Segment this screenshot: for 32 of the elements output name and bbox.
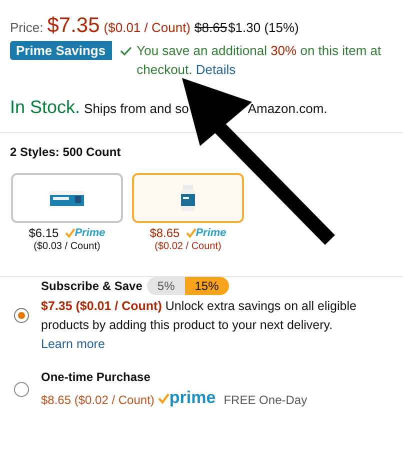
option-title: Subscribe & Save (41, 279, 142, 293)
option-title: One-time Purchase (41, 370, 150, 384)
delivery-text: FREE One-Day (224, 392, 308, 406)
shipping-text: Amazon.com. (248, 101, 328, 116)
style-price: $8.65 (150, 226, 180, 240)
check-icon (120, 46, 132, 56)
option-price: $8.65 ($0.02 / Count) (41, 392, 154, 406)
radio-button[interactable] (14, 382, 29, 396)
style-option[interactable] (11, 173, 123, 223)
discount-tier[interactable]: 15% (184, 277, 229, 295)
stock-status: In Stock. (10, 97, 80, 118)
discount-tier[interactable]: 5% (147, 277, 185, 295)
radio-button[interactable] (14, 308, 29, 323)
prime-logo: prime (158, 388, 216, 408)
subscription-description: $7.35 ($0.01 / Count) Unlock extra savings on all eligible products by adding this product to your next delivery. (41, 298, 358, 334)
learn-more-link[interactable]: Learn more (41, 335, 371, 354)
style-unit-price: ($0.03 / Count) (34, 241, 100, 252)
styles-heading: 2 Styles: 500 Count (10, 145, 122, 159)
prime-savings-badge: Prime Savings (10, 41, 112, 60)
savings-amount: $1.30 (15%) (228, 20, 299, 35)
list-price: $8.65 (194, 20, 228, 35)
price-label: Price: (10, 20, 44, 35)
details-link[interactable]: Details (196, 62, 236, 77)
unit-price: ($0.01 / Count) (104, 20, 191, 35)
prime-logo: Prime (186, 227, 226, 239)
shipping-text: Ships from and so (84, 101, 189, 116)
savings-message: You save an additional 30% on this item at checkout. Details (136, 42, 382, 79)
price: $7.35 (47, 14, 100, 38)
style-price: $6.15 (28, 226, 59, 240)
style-unit-price: ($0.02 / Count) (154, 241, 222, 252)
prime-logo: Prime (64, 227, 106, 239)
style-option[interactable] (132, 173, 244, 223)
